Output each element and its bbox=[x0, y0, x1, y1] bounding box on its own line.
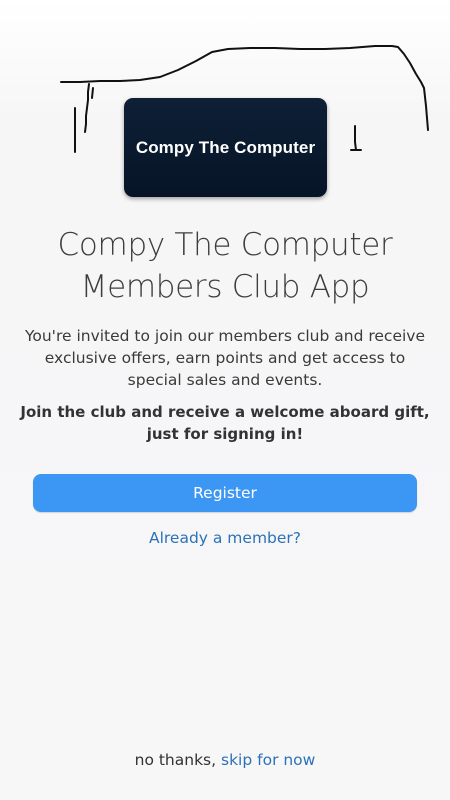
no-thanks-text: no thanks, bbox=[134, 751, 217, 769]
member-link-container: Already a member? bbox=[0, 527, 450, 549]
footer: no thanks, skip for now bbox=[0, 749, 450, 771]
title-line-1: Compy The Computer bbox=[57, 227, 393, 263]
title-line-2: Members Club App bbox=[80, 269, 370, 305]
skip-for-now-link[interactable]: skip for now bbox=[221, 751, 315, 769]
logo-text: Compy The Computer bbox=[135, 137, 316, 157]
already-member-link[interactable]: Already a member? bbox=[149, 529, 301, 547]
promo-line-1: Join the club and receive a welcome aboa… bbox=[20, 403, 430, 421]
intro-text: You're invited to join our members club … bbox=[20, 325, 430, 391]
intro-line-1: You're invited to join our members club … bbox=[24, 327, 426, 345]
intro-line-2: exclusive offers, earn points and get ac… bbox=[44, 349, 406, 367]
intro-line-3: special sales and events. bbox=[127, 371, 323, 389]
page-title: Compy The Computer Members Club App bbox=[0, 224, 450, 308]
register-button[interactable]: Register bbox=[33, 474, 417, 512]
logo-card: Compy The Computer bbox=[124, 98, 327, 197]
promo-text: Join the club and receive a welcome aboa… bbox=[20, 401, 430, 445]
promo-line-2: just for signing in! bbox=[146, 425, 304, 443]
